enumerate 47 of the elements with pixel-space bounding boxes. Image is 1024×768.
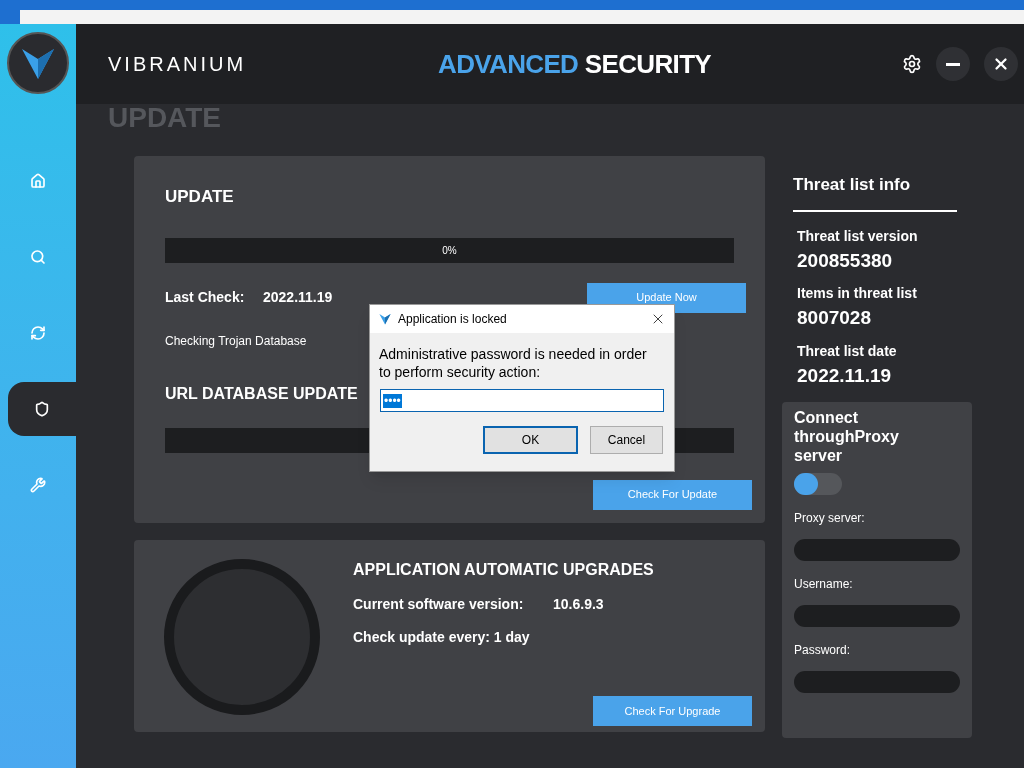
proxy-toggle[interactable] [794,473,842,495]
dialog-message: Administrative password is needed in order to perform security action: [378,345,648,381]
interval-text: Check update every: 1 day [353,628,531,647]
field-label: Username: [794,576,854,593]
info-label: Items in threat list [797,284,918,303]
minimize-icon [946,62,960,66]
dialog-button[interactable]: OK [483,426,578,454]
tools-icon [30,477,46,493]
proxy-input[interactable] [794,671,960,693]
last-check-label: Last Check: [165,288,246,307]
proxy-heading: Connect throughProxy server [794,408,900,465]
threat-info-heading: Threat list info [793,174,912,196]
toggle-knob [794,473,818,495]
dialog-title: Application is locked [398,311,507,328]
close-icon [992,55,1010,73]
sync-icon [30,325,46,341]
check-upgrade-button[interactable]: Check For Upgrade [593,696,752,726]
app-logo-icon [378,312,392,326]
password-value: •••• [383,393,402,408]
brand-name: VIBRANIUM [108,52,248,77]
info-value: 8007028 [797,306,872,330]
status-text: Checking Trojan Database [165,332,308,350]
close-button[interactable] [984,47,1018,81]
dialog-button[interactable]: Cancel [590,426,663,454]
section-heading: APPLICATION AUTOMATIC UPGRADES [353,560,655,580]
search-icon [30,249,46,265]
minimize-button[interactable] [936,47,970,81]
settings-icon[interactable] [902,54,922,74]
section-heading: UPDATE [165,186,235,208]
shield-icon [34,401,50,417]
info-value: 200855380 [797,248,894,273]
app-title: ADVANCED SECURITY [438,47,713,81]
version-value: 10.6.9.3 [553,595,604,614]
field-label: Password: [794,642,852,659]
proxy-input[interactable] [794,605,960,627]
check-update-button[interactable]: Check For Update [593,479,752,510]
progress-reading: 0% [442,243,457,258]
version-label: Current software version: [353,595,525,614]
info-value: 2022.11.19 [797,363,893,388]
info-label: Threat list date [797,341,898,361]
last-check-value: 2022.11.19 [263,288,333,307]
field-label: Proxy server: [794,510,866,527]
proxy-input[interactable] [794,539,960,561]
section-heading: URL DATABASE UPDATE [165,383,358,404]
home-icon [30,173,46,189]
info-label: Threat list version [797,226,919,246]
password-field[interactable]: •••• [380,389,664,412]
